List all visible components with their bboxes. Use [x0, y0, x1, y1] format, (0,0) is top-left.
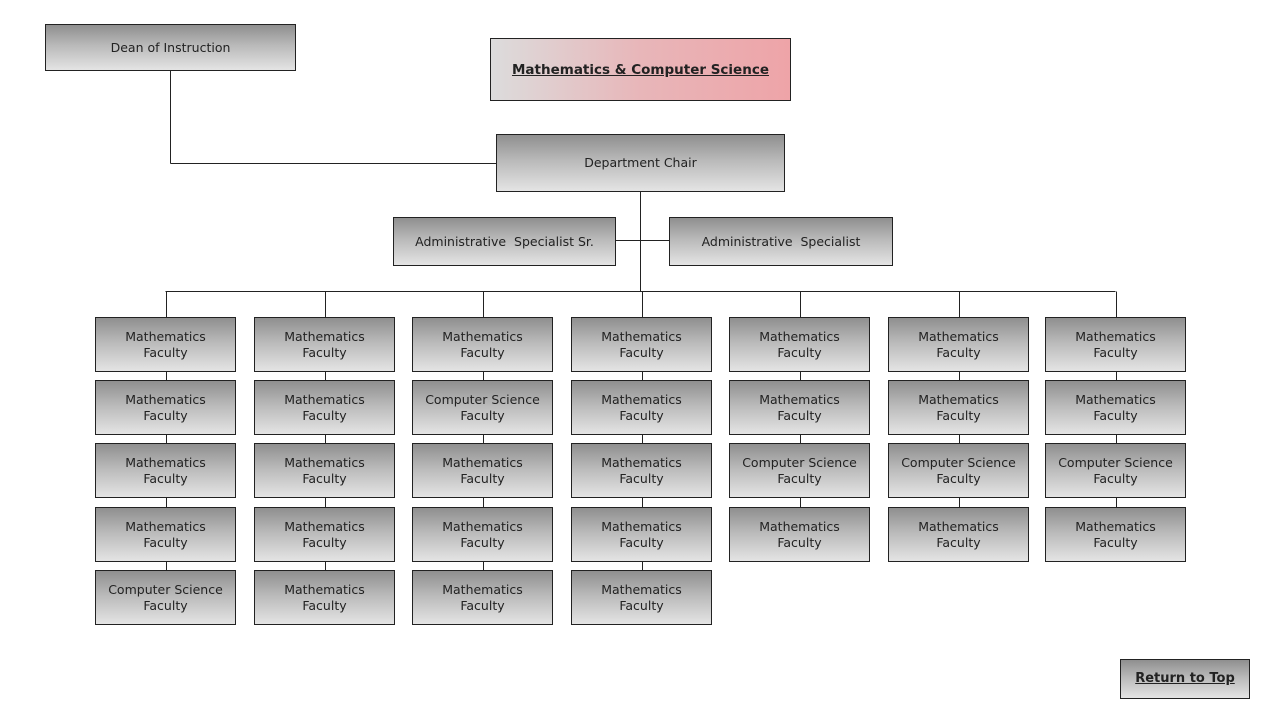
faculty-box: Mathematics Faculty: [95, 380, 236, 435]
faculty-box: Computer Science Faculty: [95, 570, 236, 625]
department-title-box: Mathematics & Computer Science: [490, 38, 791, 101]
faculty-label: Mathematics Faculty: [601, 454, 682, 486]
faculty-box: Mathematics Faculty: [95, 507, 236, 562]
dean-label: Dean of Instruction: [110, 39, 231, 55]
faculty-label: Mathematics Faculty: [601, 328, 682, 360]
faculty-box: Mathematics Faculty: [1045, 317, 1186, 372]
admin-specialist-box: Administrative Specialist: [669, 217, 893, 266]
admin-label: Administrative Specialist: [701, 233, 861, 249]
faculty-label: Mathematics Faculty: [918, 518, 999, 550]
faculty-label: Mathematics Faculty: [918, 328, 999, 360]
faculty-label: Mathematics Faculty: [1075, 328, 1156, 360]
faculty-label: Mathematics Faculty: [601, 518, 682, 550]
department-title: Mathematics & Computer Science: [511, 61, 769, 78]
return-to-top-button[interactable]: Return to Top: [1120, 659, 1250, 699]
faculty-box: Mathematics Faculty: [254, 380, 395, 435]
dean-of-instruction-box: Dean of Instruction: [45, 24, 296, 71]
faculty-box: Mathematics Faculty: [888, 380, 1029, 435]
faculty-label: Mathematics Faculty: [442, 518, 523, 550]
faculty-label: Computer Science Faculty: [425, 391, 540, 423]
faculty-label: Mathematics Faculty: [442, 454, 523, 486]
faculty-box: Mathematics Faculty: [254, 443, 395, 498]
faculty-label: Mathematics Faculty: [759, 518, 840, 550]
faculty-box: Mathematics Faculty: [254, 317, 395, 372]
faculty-label: Mathematics Faculty: [759, 391, 840, 423]
department-chair-box: Department Chair: [496, 134, 785, 192]
faculty-label: Mathematics Faculty: [284, 328, 365, 360]
faculty-box: Mathematics Faculty: [571, 317, 712, 372]
faculty-label: Mathematics Faculty: [918, 391, 999, 423]
return-to-top-label[interactable]: Return to Top: [1135, 671, 1235, 687]
admin-specialist-sr-box: Administrative Specialist Sr.: [393, 217, 616, 266]
faculty-box: Computer Science Faculty: [888, 443, 1029, 498]
faculty-label: Computer Science Faculty: [742, 454, 857, 486]
faculty-label: Mathematics Faculty: [601, 581, 682, 613]
faculty-label: Mathematics Faculty: [442, 581, 523, 613]
faculty-box: Mathematics Faculty: [729, 380, 870, 435]
faculty-box: Mathematics Faculty: [571, 570, 712, 625]
faculty-box: Mathematics Faculty: [729, 317, 870, 372]
faculty-label: Computer Science Faculty: [1058, 454, 1173, 486]
faculty-box: Mathematics Faculty: [1045, 380, 1186, 435]
faculty-label: Mathematics Faculty: [601, 391, 682, 423]
faculty-label: Mathematics Faculty: [759, 328, 840, 360]
faculty-box: Mathematics Faculty: [571, 380, 712, 435]
faculty-label: Mathematics Faculty: [125, 454, 206, 486]
faculty-label: Mathematics Faculty: [125, 328, 206, 360]
faculty-box: Mathematics Faculty: [571, 507, 712, 562]
faculty-box: Computer Science Faculty: [729, 443, 870, 498]
faculty-label: Mathematics Faculty: [284, 454, 365, 486]
faculty-box: Mathematics Faculty: [1045, 507, 1186, 562]
faculty-box: Mathematics Faculty: [412, 507, 553, 562]
faculty-box: Mathematics Faculty: [888, 507, 1029, 562]
faculty-box: Computer Science Faculty: [1045, 443, 1186, 498]
faculty-box: Mathematics Faculty: [254, 507, 395, 562]
admin-sr-label: Administrative Specialist Sr.: [415, 233, 594, 249]
chair-label: Department Chair: [584, 155, 697, 170]
faculty-box: Mathematics Faculty: [571, 443, 712, 498]
faculty-label: Mathematics Faculty: [125, 391, 206, 423]
faculty-box: Mathematics Faculty: [412, 570, 553, 625]
faculty-label: Mathematics Faculty: [1075, 391, 1156, 423]
faculty-label: Computer Science Faculty: [108, 581, 223, 613]
faculty-label: Mathematics Faculty: [442, 328, 523, 360]
faculty-label: Mathematics Faculty: [284, 581, 365, 613]
faculty-box: Computer Science Faculty: [412, 380, 553, 435]
faculty-box: Mathematics Faculty: [412, 443, 553, 498]
faculty-box: Mathematics Faculty: [412, 317, 553, 372]
faculty-box: Mathematics Faculty: [95, 443, 236, 498]
faculty-box: Mathematics Faculty: [888, 317, 1029, 372]
faculty-label: Mathematics Faculty: [284, 391, 365, 423]
faculty-box: Mathematics Faculty: [95, 317, 236, 372]
faculty-label: Mathematics Faculty: [125, 518, 206, 550]
faculty-box: Mathematics Faculty: [729, 507, 870, 562]
faculty-label: Mathematics Faculty: [284, 518, 365, 550]
faculty-label: Mathematics Faculty: [1075, 518, 1156, 550]
faculty-box: Mathematics Faculty: [254, 570, 395, 625]
faculty-label: Computer Science Faculty: [901, 454, 1016, 486]
